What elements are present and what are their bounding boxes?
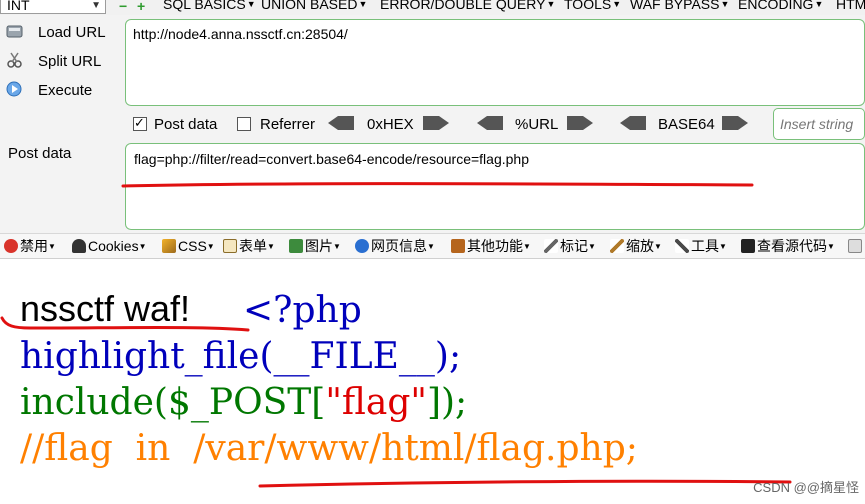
post-data-underline [121,182,754,188]
waf-underline [0,316,250,332]
red-underline-annotations [0,182,792,488]
flag-path-underline [258,479,792,488]
watermark: CSDN @@摘星怪 [753,480,859,495]
